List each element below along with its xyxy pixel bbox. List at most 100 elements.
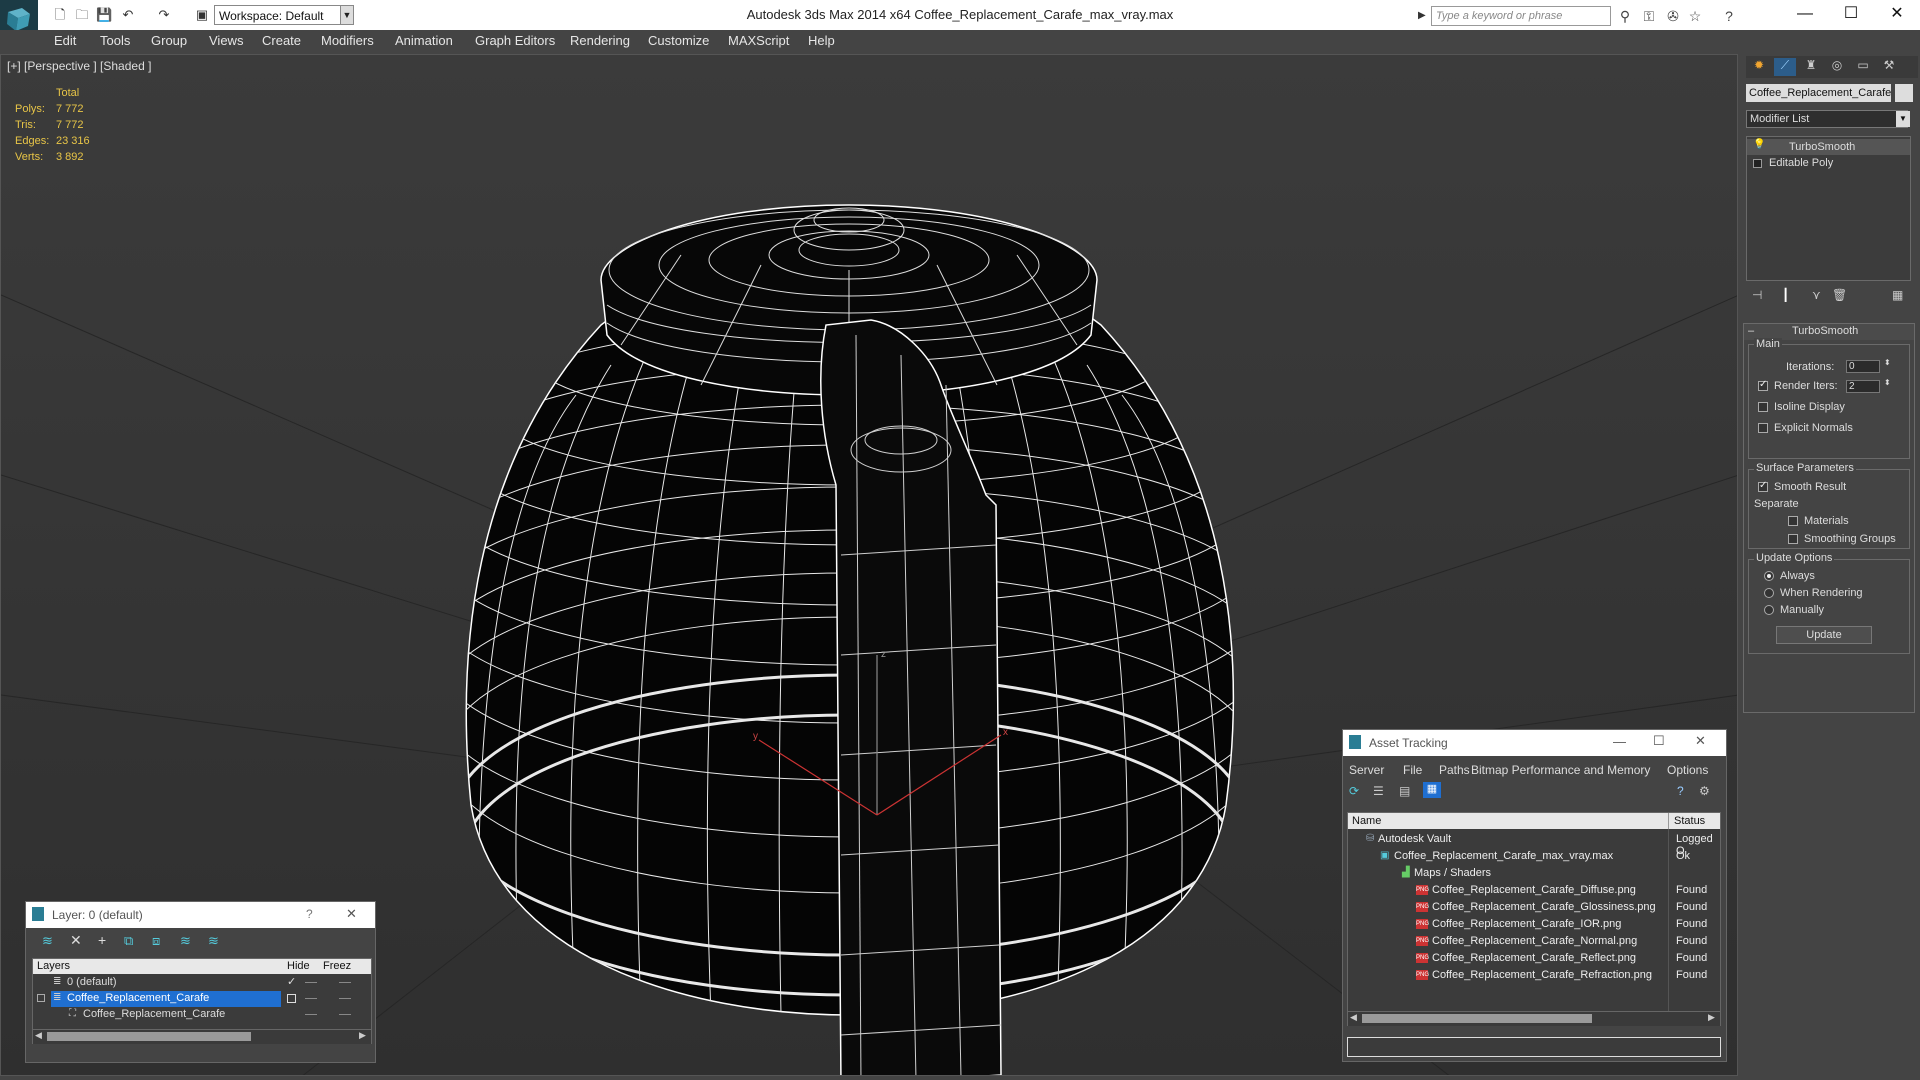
remove-modifier-icon[interactable]: 🗑 <box>1832 288 1847 302</box>
highlight-layer-icon[interactable]: ⧈ <box>152 933 160 949</box>
new-layer-icon[interactable]: ≋ <box>42 933 53 949</box>
display-tab-icon[interactable]: ▭ <box>1852 58 1874 76</box>
asset-tracking-titlebar[interactable]: Asset Tracking — ☐ ✕ <box>1343 730 1726 756</box>
hierarchy-tab-icon[interactable]: ♜ <box>1800 58 1822 76</box>
delete-layer-icon[interactable]: ✕ <box>70 932 82 949</box>
pin-stack-icon[interactable]: ⊣ <box>1752 288 1762 302</box>
hide-all-icon[interactable]: ≋ <box>180 933 191 949</box>
freeze-toggle[interactable] <box>339 1014 351 1015</box>
asset-row-png[interactable]: PNG Coffee_Replacement_Carafe_Diffuse.pn… <box>1348 882 1722 899</box>
current-layer-box[interactable] <box>287 994 296 1003</box>
binoculars-icon[interactable]: ⚲ <box>1616 7 1634 25</box>
spinner-arrows-icon[interactable]: ⬍ <box>1884 358 1891 367</box>
hide-column-header[interactable]: Hide <box>287 960 310 972</box>
freeze-column-header[interactable]: Freez <box>323 960 351 972</box>
scroll-thumb[interactable] <box>1362 1014 1592 1023</box>
menu-edit[interactable]: Edit <box>54 33 76 48</box>
menu-maxscript[interactable]: MAXScript <box>728 33 789 48</box>
minimize-button[interactable]: — <box>1782 0 1828 30</box>
asset-row-png[interactable]: PNG Coffee_Replacement_Carafe_IOR.png Fo… <box>1348 916 1722 933</box>
status-column-header[interactable]: Status <box>1674 815 1705 827</box>
object-color-swatch[interactable] <box>1895 84 1913 102</box>
menu-graph-editors[interactable]: Graph Editors <box>475 33 555 48</box>
when-rendering-radio[interactable] <box>1764 588 1774 598</box>
spinner-arrows-icon[interactable]: ⬍ <box>1884 378 1891 387</box>
subscription-icon[interactable]: ✇ <box>1664 7 1682 25</box>
save-file-icon[interactable]: 💾 <box>96 7 112 23</box>
show-end-result-icon[interactable]: ┃ <box>1782 288 1789 302</box>
undo-icon[interactable]: ↶ <box>120 7 136 23</box>
open-file-icon[interactable]: 🗀 <box>74 7 90 23</box>
asset-row-max-file[interactable]: ▣ Coffee_Replacement_Carafe_max_vray.max… <box>1348 848 1722 865</box>
hide-toggle[interactable] <box>305 982 317 983</box>
freeze-toggle[interactable] <box>339 998 351 999</box>
layer-row-default[interactable]: ≣ 0 (default) ✓ <box>33 975 371 991</box>
explicit-normals-checkbox[interactable] <box>1758 423 1768 433</box>
menu-help[interactable]: Help <box>808 33 835 48</box>
layer-window-titlebar[interactable]: Layer: 0 (default) ? ✕ <box>26 902 375 928</box>
help-icon[interactable]: ? <box>1677 784 1684 798</box>
menu-create[interactable]: Create <box>262 33 301 48</box>
viewport-label-menu[interactable]: [+] [Perspective ] [Shaded ] <box>7 59 151 73</box>
asset-menu-file[interactable]: File <box>1403 763 1422 777</box>
menu-group[interactable]: Group <box>151 33 187 48</box>
horizontal-scrollbar[interactable]: ◀ ▶ <box>33 1029 371 1044</box>
chevron-down-icon[interactable]: ▼ <box>1896 111 1910 127</box>
redo-icon[interactable]: ↷ <box>156 7 172 23</box>
materials-checkbox[interactable] <box>1788 516 1798 526</box>
search-input[interactable]: Type a keyword or phrase <box>1431 6 1611 26</box>
isoline-display-checkbox[interactable] <box>1758 402 1768 412</box>
close-button[interactable]: ✕ <box>346 906 357 922</box>
scroll-thumb[interactable] <box>47 1032 251 1041</box>
add-to-layer-icon[interactable]: + <box>98 932 106 948</box>
hide-toggle[interactable] <box>305 998 317 999</box>
menu-tools[interactable]: Tools <box>100 33 130 48</box>
list-view-icon[interactable]: ☰ <box>1373 784 1384 798</box>
asset-menu-bitmap-performance[interactable]: Bitmap Performance and Memory <box>1471 763 1650 777</box>
horizontal-scrollbar[interactable]: ◀ ▶ <box>1348 1011 1720 1026</box>
close-button[interactable]: ✕ <box>1874 0 1920 30</box>
select-objects-icon[interactable]: ⧉ <box>124 933 133 949</box>
favorites-star-icon[interactable]: ☆ <box>1686 7 1704 25</box>
smooth-result-checkbox[interactable] <box>1758 480 1768 492</box>
freeze-all-icon[interactable]: ≋ <box>208 933 219 949</box>
layer-row-carafe[interactable]: ≣ Coffee_Replacement_Carafe <box>33 991 371 1007</box>
scroll-right-icon[interactable]: ▶ <box>1708 1012 1715 1023</box>
lightbulb-icon[interactable]: 💡 <box>1753 139 1765 150</box>
asset-path-field[interactable] <box>1347 1037 1721 1057</box>
asset-row-png[interactable]: PNG Coffee_Replacement_Carafe_Glossiness… <box>1348 899 1722 916</box>
close-button[interactable]: ✕ <box>1695 733 1706 749</box>
menu-modifiers[interactable]: Modifiers <box>321 33 374 48</box>
always-radio[interactable] <box>1764 571 1774 581</box>
new-file-icon[interactable]: 🗋 <box>52 7 68 23</box>
hide-toggle[interactable] <box>305 1014 317 1015</box>
freeze-toggle[interactable] <box>339 982 351 983</box>
asset-menu-options[interactable]: Options <box>1667 763 1708 777</box>
asset-menu-paths[interactable]: Paths <box>1439 763 1470 777</box>
layers-column-header[interactable]: Layers <box>37 960 70 972</box>
layer-row-object[interactable]: ⛶ Coffee_Replacement_Carafe <box>33 1007 371 1023</box>
table-view-icon[interactable]: ▦ <box>1423 782 1441 798</box>
asset-menu-server[interactable]: Server <box>1349 763 1384 777</box>
iterations-spinner[interactable]: 0 <box>1846 360 1880 373</box>
modify-tab-icon[interactable]: ⟋ <box>1774 58 1796 76</box>
create-tab-icon[interactable]: ✹ <box>1748 58 1770 76</box>
menu-animation[interactable]: Animation <box>395 33 453 48</box>
name-column-header[interactable]: Name <box>1352 815 1381 827</box>
modifier-list-dropdown[interactable]: Modifier List <box>1746 110 1908 128</box>
menu-views[interactable]: Views <box>209 33 243 48</box>
object-name-field[interactable]: Coffee_Replacement_Carafe <box>1746 84 1891 102</box>
render-iters-spinner[interactable]: 2 <box>1846 380 1880 393</box>
maximize-button[interactable]: ☐ <box>1828 0 1874 30</box>
menu-rendering[interactable]: Rendering <box>570 33 630 48</box>
expand-box-icon[interactable] <box>1753 159 1762 168</box>
current-layer-check-icon[interactable]: ✓ <box>287 975 296 988</box>
project-folder-icon[interactable]: ▣ <box>194 7 210 23</box>
asset-row-vault[interactable]: ⛁ Autodesk Vault Logged O <box>1348 831 1722 857</box>
update-button[interactable]: Update <box>1776 626 1872 644</box>
render-iters-checkbox[interactable] <box>1758 379 1768 391</box>
stack-item-turbosmooth[interactable]: 💡 TurboSmooth <box>1747 139 1910 155</box>
scroll-right-icon[interactable]: ▶ <box>359 1030 366 1041</box>
menu-customize[interactable]: Customize <box>648 33 709 48</box>
manually-radio[interactable] <box>1764 605 1774 615</box>
